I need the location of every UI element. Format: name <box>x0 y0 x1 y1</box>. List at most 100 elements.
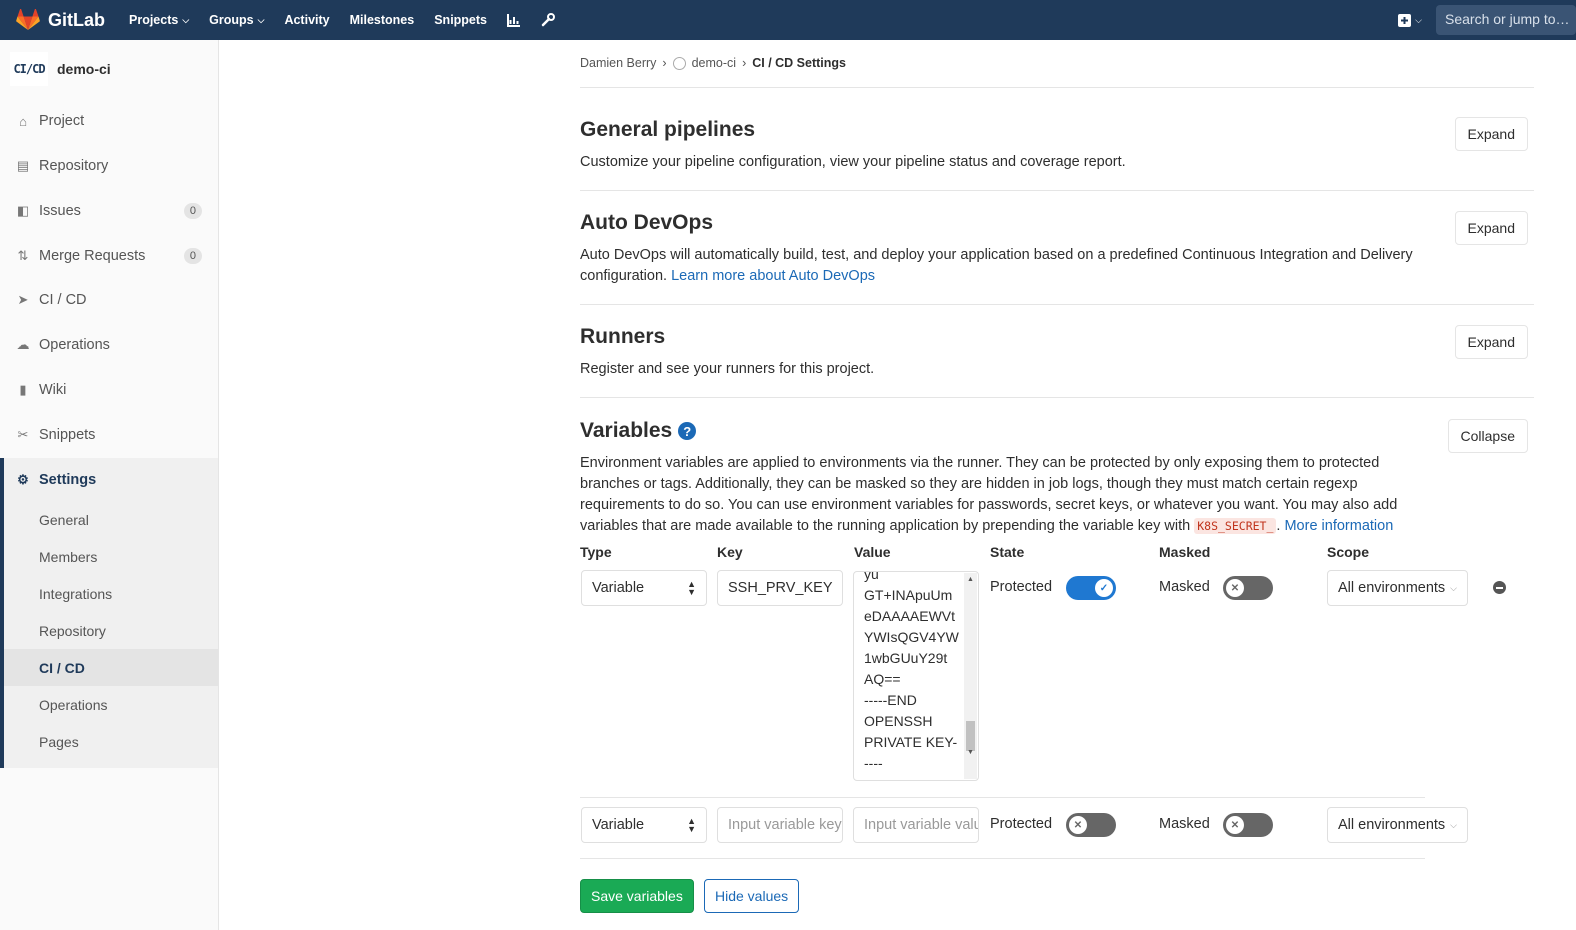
masked-toggle[interactable]: ✕ <box>1223 813 1273 837</box>
header-scope: Scope <box>1327 544 1370 560</box>
expand-runners-button[interactable]: Expand <box>1454 325 1528 359</box>
variable-type-select[interactable]: Variable ▲ ▼ <box>581 807 707 843</box>
sidebar-item-label: Operations <box>39 337 110 353</box>
dropdown-value: All environments <box>1338 580 1446 596</box>
collapse-variables-button[interactable]: Collapse <box>1447 419 1528 453</box>
wrench-icon[interactable] <box>541 13 556 27</box>
gear-icon: ⚙ <box>17 472 29 487</box>
section-title-runners: Runners <box>580 325 666 348</box>
main-nav: Projects ⌵ Groups ⌵ Activity Milestones Sn… <box>129 13 556 27</box>
variable-value-textarea[interactable]: Input variable value <box>853 807 979 843</box>
divider <box>580 858 1425 859</box>
divider <box>580 304 1534 305</box>
nav-activity[interactable]: Activity <box>284 13 329 27</box>
sidebar-item-project[interactable]: ⌂ Project <box>0 99 218 143</box>
sidebar-item-label: Merge Requests <box>39 248 146 264</box>
nav-milestones[interactable]: Milestones <box>350 13 415 27</box>
protected-toggle[interactable]: ✓ <box>1066 576 1116 600</box>
gitlab-logo[interactable]: GitLab <box>16 9 105 31</box>
scope-dropdown[interactable]: All environments ⌵ <box>1327 807 1468 843</box>
select-value: Variable <box>592 580 645 596</box>
project-sidebar: CI/CD demo-ci ⌂ Project ▤ Repository ◧ Issu… <box>0 40 219 930</box>
settings-sub-ci-cd[interactable]: CI / CD <box>4 649 218 686</box>
save-variables-button[interactable]: Save variables <box>580 879 694 913</box>
nav-label: Groups <box>209 13 254 27</box>
sidebar-item-merge-requests[interactable]: ⇅ Merge Requests 0 <box>0 234 218 278</box>
sidebar-item-settings[interactable]: ⚙ Settings <box>0 458 218 502</box>
state-label: Protected <box>990 579 1053 595</box>
chart-icon[interactable] <box>507 13 521 27</box>
variables-title-text: Variables <box>580 419 673 442</box>
settings-sub-integrations[interactable]: Integrations <box>4 575 218 612</box>
chevron-right-icon: › <box>742 56 747 70</box>
learn-more-auto-devops-link[interactable]: Learn more about Auto DevOps <box>671 268 875 284</box>
sidebar-item-repository[interactable]: ▤ Repository <box>0 144 218 188</box>
sidebar-item-label: Project <box>39 113 85 129</box>
masked-toggle[interactable]: ✕ <box>1223 576 1273 600</box>
value-line: -----END <box>864 692 917 708</box>
settings-sub-members[interactable]: Members <box>4 538 218 575</box>
nav-groups[interactable]: Groups ⌵ <box>209 13 264 27</box>
search-input[interactable]: Search or jump to… <box>1436 5 1576 35</box>
tanuki-icon <box>16 9 40 30</box>
settings-sub-pages[interactable]: Pages <box>4 723 218 760</box>
chevron-down-icon: ⌵ <box>182 14 190 25</box>
breadcrumb-user[interactable]: Damien Berry <box>580 56 656 70</box>
sidebar-item-snippets[interactable]: ✂ Snippets <box>0 413 218 457</box>
divider <box>580 797 1425 798</box>
brand-name: GitLab <box>48 9 105 30</box>
breadcrumb-current[interactable]: CI / CD Settings <box>752 56 846 70</box>
value-line: OPENSSH <box>864 713 933 729</box>
settings-sub-operations[interactable]: Operations <box>4 686 218 723</box>
doc-icon: ▤ <box>16 158 30 173</box>
sidebar-item-operations[interactable]: ☁ Operations <box>0 323 218 367</box>
nav-projects[interactable]: Projects ⌵ <box>129 13 189 27</box>
new-item-dropdown[interactable]: ⌵ <box>1398 13 1422 27</box>
header-value: Value <box>854 544 891 560</box>
masked-label: Masked <box>1159 579 1210 595</box>
nav-label: Projects <box>129 13 179 27</box>
textarea-scrollbar[interactable]: ▲ ▼ <box>964 573 977 779</box>
variable-key-input[interactable]: Input variable key <box>717 807 843 843</box>
issues-icon: ◧ <box>16 203 30 218</box>
chevron-down-icon: ⌵ <box>257 14 265 25</box>
more-information-link[interactable]: More information <box>1284 518 1393 534</box>
value-line: yu <box>864 571 879 582</box>
section-desc-general-pipelines: Customize your pipeline configuration, v… <box>580 154 1126 170</box>
remove-variable-icon[interactable] <box>1493 581 1506 594</box>
expand-auto-devops-button[interactable]: Expand <box>1454 211 1528 245</box>
scroll-down-arrow[interactable]: ▼ <box>964 742 977 763</box>
sidebar-item-label: Wiki <box>39 382 67 398</box>
variable-type-select[interactable]: Variable ▲ ▼ <box>581 570 707 606</box>
breadcrumb-project[interactable]: demo-ci <box>692 56 736 70</box>
close-icon: ✕ <box>1226 579 1244 597</box>
variable-value-textarea[interactable]: yu GT+INApuUm eDAAAAEWVt YWIsQGV4YW 1wbG… <box>853 571 979 781</box>
sidebar-item-ci-cd[interactable]: ➤ CI / CD <box>0 278 218 322</box>
chevron-right-icon: › <box>662 56 667 70</box>
rocket-icon: ➤ <box>17 292 29 307</box>
scope-dropdown[interactable]: All environments ⌵ <box>1327 570 1468 606</box>
sidebar-item-label: Settings <box>39 472 97 488</box>
plus-square-icon <box>1398 13 1412 27</box>
question-circle-icon[interactable]: ? <box>678 422 697 440</box>
chevron-down-icon: ⌵ <box>1450 582 1457 593</box>
section-desc-variables: Environment variables are applied to env… <box>580 455 1398 534</box>
scissors-icon: ✂ <box>17 427 29 442</box>
settings-sub-repository[interactable]: Repository <box>4 612 218 649</box>
textarea-content: yu GT+INApuUm eDAAAAEWVt YWIsQGV4YW 1wbG… <box>864 571 960 774</box>
nav-snippets[interactable]: Snippets <box>434 13 487 27</box>
close-icon: ✕ <box>1226 816 1244 834</box>
sidebar-item-issues[interactable]: ◧ Issues 0 <box>0 189 218 233</box>
settings-sub-general[interactable]: General <box>4 501 218 538</box>
hide-values-button[interactable]: Hide values <box>704 879 800 913</box>
home-icon: ⌂ <box>19 113 27 129</box>
variable-key-input[interactable]: SSH_PRV_KEY <box>717 570 843 606</box>
sort-arrows-icon: ▲ ▼ <box>687 579 696 597</box>
sidebar-item-wiki[interactable]: ▮ Wiki <box>0 368 218 412</box>
protected-toggle[interactable]: ✕ <box>1066 813 1116 837</box>
expand-general-pipelines-button[interactable]: Expand <box>1454 117 1528 151</box>
section-title-variables: Variables ? <box>580 419 697 443</box>
scroll-up-arrow[interactable]: ▲ <box>964 573 977 587</box>
select-value: Variable <box>592 817 645 833</box>
project-header[interactable]: CI/CD demo-ci <box>0 40 218 98</box>
